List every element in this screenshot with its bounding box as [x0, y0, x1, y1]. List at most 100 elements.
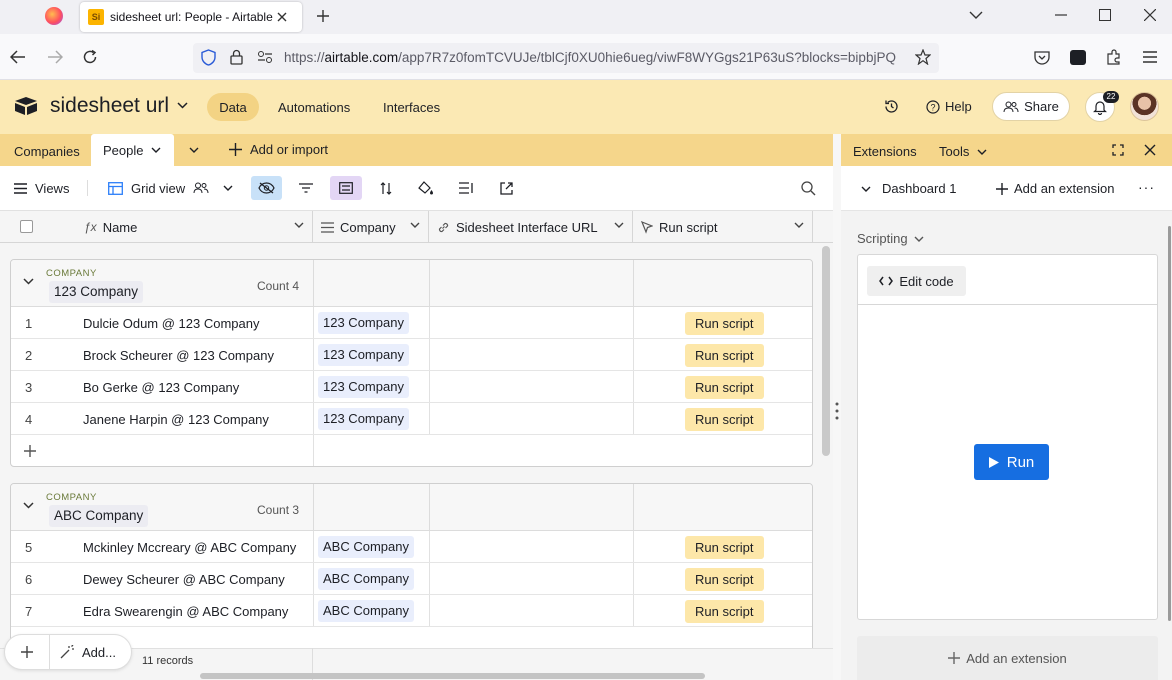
- nav-data[interactable]: Data: [207, 93, 259, 121]
- bookmark-star-icon[interactable]: [915, 49, 931, 65]
- permissions-icon[interactable]: [257, 50, 273, 64]
- run-script-button[interactable]: Run script: [685, 535, 764, 559]
- group-button[interactable]: [330, 176, 362, 200]
- close-window-icon[interactable]: [1144, 9, 1156, 21]
- browser-tab-active[interactable]: Si sidesheet url: People - Airtable: [80, 2, 302, 32]
- select-all-checkbox[interactable]: [20, 220, 33, 233]
- run-script-button[interactable]: Run script: [685, 311, 764, 335]
- cell-company[interactable]: 123 Company: [318, 339, 409, 371]
- chevron-down-icon[interactable]: [794, 222, 804, 228]
- views-button[interactable]: Views: [14, 176, 69, 200]
- airtable-logo-icon[interactable]: [14, 96, 38, 116]
- column-header-company[interactable]: Company: [313, 211, 429, 243]
- cell-run-script[interactable]: Run script: [685, 563, 764, 595]
- cell-company[interactable]: 123 Company: [318, 307, 409, 339]
- group-header[interactable]: COMPANY ABC Company Count 3: [11, 484, 812, 531]
- run-button[interactable]: Run: [974, 444, 1049, 480]
- url-text[interactable]: https://airtable.com/app7R7z0fomTCVUJe/t…: [284, 50, 906, 65]
- panel-resize-handle[interactable]: [833, 134, 841, 680]
- chevron-down-icon[interactable]: [410, 222, 420, 228]
- cell-name[interactable]: Bo Gerke @ 123 Company: [83, 371, 239, 403]
- shield-icon[interactable]: [201, 49, 216, 66]
- search-icon[interactable]: [801, 181, 816, 196]
- cell-name[interactable]: Brock Scheurer @ 123 Company: [83, 339, 274, 371]
- cell-name[interactable]: Dewey Scheurer @ ABC Company: [83, 563, 285, 595]
- history-icon[interactable]: [884, 99, 899, 114]
- forward-icon[interactable]: [47, 50, 63, 64]
- extensions-puzzle-icon[interactable]: [1106, 49, 1122, 65]
- cell-run-script[interactable]: Run script: [685, 339, 764, 371]
- tab-list-chevron-icon[interactable]: [969, 10, 983, 20]
- cell-name[interactable]: Edra Swearengin @ ABC Company: [83, 595, 288, 627]
- grid-horizontal-scrollbar[interactable]: [200, 673, 705, 679]
- table-row[interactable]: 1 Dulcie Odum @ 123 Company 123 Company …: [11, 307, 812, 339]
- add-with-ai-button[interactable]: Add...: [60, 645, 116, 660]
- chevron-down-icon[interactable]: [151, 147, 161, 153]
- add-extension-bottom-button[interactable]: Add an extension: [857, 636, 1158, 680]
- maximize-icon[interactable]: [1099, 9, 1111, 21]
- add-record-row[interactable]: [11, 435, 812, 466]
- chevron-down-icon[interactable]: [294, 222, 304, 228]
- company-pill[interactable]: 123 Company: [318, 376, 409, 398]
- all-tables-chevron-icon[interactable]: [189, 147, 199, 153]
- cell-run-script[interactable]: Run script: [685, 307, 764, 339]
- company-pill[interactable]: 123 Company: [318, 408, 409, 430]
- cell-run-script[interactable]: Run script: [685, 531, 764, 563]
- run-script-button[interactable]: Run script: [685, 599, 764, 623]
- grid-view-switcher[interactable]: Grid view: [108, 176, 233, 200]
- column-header-url[interactable]: Sidesheet Interface URL: [429, 211, 633, 243]
- table-row[interactable]: 2 Brock Scheurer @ 123 Company 123 Compa…: [11, 339, 812, 371]
- extensions-scrollbar[interactable]: [1168, 226, 1171, 621]
- cell-run-script[interactable]: Run script: [685, 595, 764, 627]
- nav-automations[interactable]: Automations: [278, 100, 350, 115]
- close-panel-icon[interactable]: [1144, 144, 1156, 156]
- cell-company[interactable]: ABC Company: [318, 531, 414, 563]
- extension-icon[interactable]: [1070, 50, 1086, 65]
- company-pill[interactable]: ABC Company: [318, 568, 414, 590]
- collapse-chevron-icon[interactable]: [23, 502, 34, 509]
- firefox-icon[interactable]: [45, 7, 63, 25]
- group-header[interactable]: COMPANY 123 Company Count 4: [11, 260, 812, 307]
- minimize-icon[interactable]: [1055, 14, 1067, 16]
- scripting-extension-title[interactable]: Scripting: [857, 231, 924, 246]
- sort-button[interactable]: [372, 176, 400, 200]
- tab-people[interactable]: People: [91, 134, 174, 166]
- cell-company[interactable]: ABC Company: [318, 563, 414, 595]
- tools-menu[interactable]: Tools: [939, 144, 987, 159]
- company-pill[interactable]: ABC Company: [318, 600, 414, 622]
- close-tab-icon[interactable]: [276, 11, 288, 23]
- grid-vertical-scrollbar[interactable]: [822, 246, 830, 456]
- expand-icon[interactable]: [1112, 144, 1124, 156]
- table-row[interactable]: 7 Edra Swearengin @ ABC Company ABC Comp…: [11, 595, 812, 627]
- tab-companies[interactable]: Companies: [14, 144, 80, 159]
- company-pill[interactable]: ABC Company: [318, 536, 414, 558]
- cell-run-script[interactable]: Run script: [685, 403, 764, 435]
- color-button[interactable]: [412, 176, 440, 200]
- column-header-run-script[interactable]: Run script: [633, 211, 813, 243]
- run-script-button[interactable]: Run script: [685, 375, 764, 399]
- cell-run-script[interactable]: Run script: [685, 371, 764, 403]
- nav-interfaces[interactable]: Interfaces: [383, 100, 440, 115]
- edit-code-button[interactable]: Edit code: [867, 266, 966, 296]
- base-name[interactable]: sidesheet url: [50, 94, 169, 118]
- filter-button[interactable]: [292, 176, 320, 200]
- help-button[interactable]: ? Help: [926, 99, 972, 114]
- chevron-down-icon[interactable]: [614, 222, 624, 228]
- row-height-button[interactable]: [452, 176, 480, 200]
- table-row[interactable]: 3 Bo Gerke @ 123 Company 123 Company Run…: [11, 371, 812, 403]
- user-avatar[interactable]: [1130, 92, 1159, 121]
- app-menu-icon[interactable]: [1143, 51, 1157, 63]
- cell-company[interactable]: 123 Company: [318, 403, 409, 435]
- add-or-import-button[interactable]: Add or import: [229, 142, 328, 157]
- table-row[interactable]: 5 Mckinley Mccreary @ ABC Company ABC Co…: [11, 531, 812, 563]
- cell-name[interactable]: Janene Harpin @ 123 Company: [83, 403, 269, 435]
- company-pill[interactable]: 123 Company: [318, 312, 409, 334]
- base-menu-chevron-icon[interactable]: [177, 102, 188, 109]
- new-tab-icon[interactable]: [316, 9, 330, 23]
- cell-name[interactable]: Dulcie Odum @ 123 Company: [83, 307, 260, 339]
- share-button[interactable]: Share: [992, 92, 1070, 121]
- cell-company[interactable]: ABC Company: [318, 595, 414, 627]
- dashboard-switcher[interactable]: Dashboard 1: [861, 181, 956, 196]
- company-pill[interactable]: 123 Company: [318, 344, 409, 366]
- run-script-button[interactable]: Run script: [685, 407, 764, 431]
